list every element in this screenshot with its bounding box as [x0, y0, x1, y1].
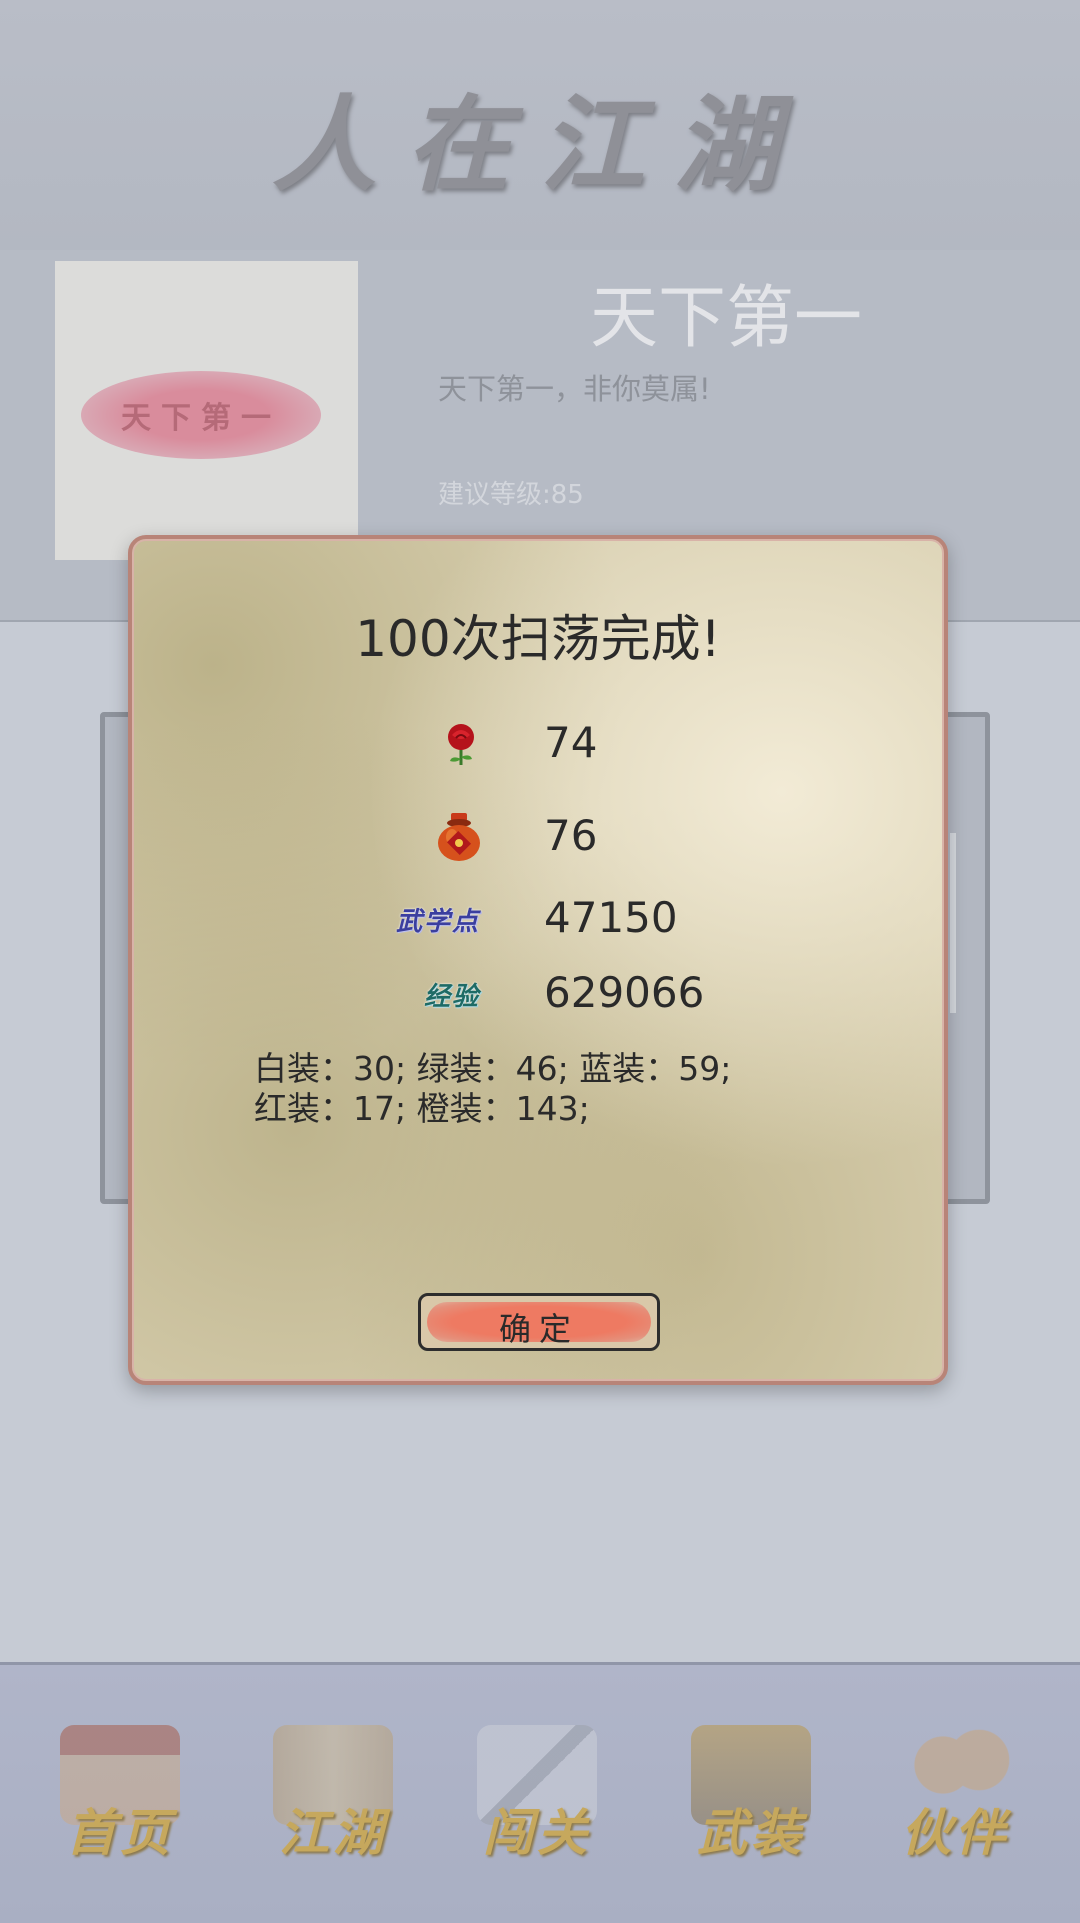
nav-label: 江湖: [279, 1803, 387, 1862]
confirm-button[interactable]: 确定: [418, 1293, 660, 1351]
wine-jar-icon: [434, 807, 484, 867]
nav-item-home[interactable]: 首页: [45, 1725, 195, 1875]
stage-recommended-level: 建议等级:85: [438, 480, 584, 510]
nav-label: 闯关: [483, 1803, 591, 1862]
sweep-result-dialog: 100次扫荡完成! 74 76 武学点 47150 经验 629066 白装：3…: [128, 535, 948, 1385]
nav-item-partners[interactable]: 伙伴: [880, 1725, 1030, 1875]
dialog-title: 100次扫荡完成!: [355, 610, 721, 668]
rose-icon: [438, 714, 484, 774]
nav-label: 首页: [66, 1803, 174, 1862]
stage-description: 天下第一，非你莫属!: [438, 372, 711, 406]
confirm-button-label: 确定: [498, 1310, 579, 1348]
header: 人在江湖: [0, 0, 1080, 252]
equipment-summary-line: 红装：17; 橙装：143;: [254, 1089, 590, 1128]
martial-points-label: 武学点: [395, 906, 480, 937]
reward-row: 经验 629066: [132, 964, 944, 1024]
reward-row: 武学点 47150: [132, 889, 944, 949]
reward-value: 47150: [544, 893, 678, 942]
reward-row: 76: [132, 807, 944, 867]
reward-value: 629066: [544, 968, 705, 1017]
stage-name: 天下第一: [590, 279, 863, 358]
reward-value: 74: [544, 718, 598, 767]
reward-row: 74: [132, 714, 944, 774]
bottom-nav: 首页 江湖 闯关 武装 伙伴: [0, 1662, 1080, 1923]
stage-stamp: 天下第一: [81, 371, 321, 459]
nav-label: 武装: [697, 1803, 805, 1862]
nav-label: 伙伴: [901, 1803, 1009, 1862]
nav-item-chuangguan[interactable]: 闯关: [462, 1725, 612, 1875]
background-scrollbar: [950, 833, 956, 1013]
reward-value: 76: [544, 811, 598, 860]
stage-image: 天下第一: [55, 261, 358, 560]
nav-item-jianghu[interactable]: 江湖: [258, 1725, 408, 1875]
app-title: 人在江湖: [271, 83, 808, 206]
experience-label: 经验: [423, 981, 480, 1012]
nav-item-wuzhuang[interactable]: 武装: [676, 1725, 826, 1875]
